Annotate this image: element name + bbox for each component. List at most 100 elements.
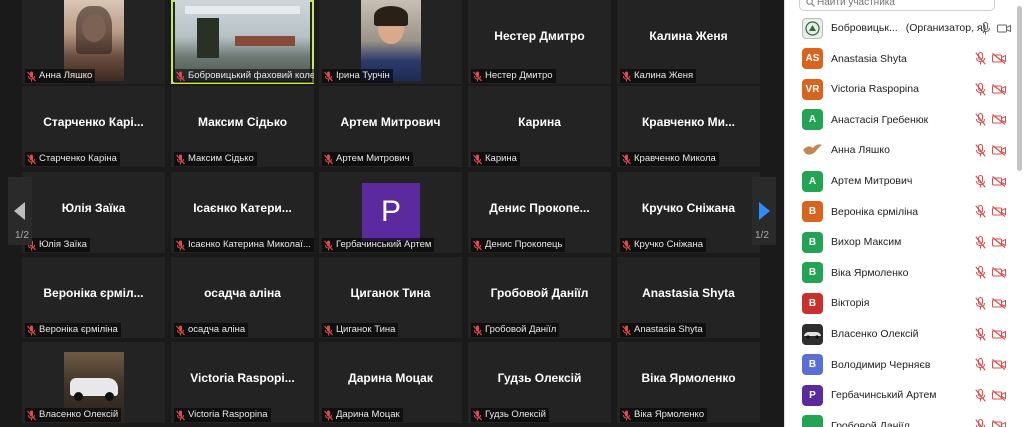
video-off-icon[interactable] xyxy=(992,175,1006,187)
participant-tile[interactable]: Anastasia Shyta Anastasia Shyta xyxy=(617,257,760,338)
participant-name-display: Ісаєнко Катери... xyxy=(193,201,292,215)
participant-tile[interactable]: P Гербачинський Артем xyxy=(319,172,462,253)
muted-mic-icon[interactable] xyxy=(975,143,986,157)
muted-mic-icon[interactable] xyxy=(975,266,986,279)
participant-row[interactable]: VR Victoria Raspopina xyxy=(785,74,1015,104)
participant-row[interactable]: B Вероніка єрміліна xyxy=(785,197,1015,227)
participant-tile[interactable]: Юлія Заїка Юлія Заїка xyxy=(22,172,165,253)
participant-tile[interactable]: Старченко Карі... Старченко Каріна xyxy=(22,86,165,167)
participant-search[interactable] xyxy=(799,0,995,11)
muted-mic-icon[interactable] xyxy=(975,327,986,341)
college-logo-icon xyxy=(805,20,820,36)
video-off-icon[interactable] xyxy=(992,53,1006,65)
search-icon xyxy=(806,0,815,7)
muted-mic-icon[interactable] xyxy=(975,82,986,96)
participant-name: Анна Ляшко xyxy=(831,144,890,156)
video-off-icon[interactable] xyxy=(992,420,1006,427)
participant-controls xyxy=(975,358,1006,371)
name-text: Ісаєнко Катерина Миколаї... xyxy=(188,239,311,250)
participant-row[interactable]: Власенко Олексій xyxy=(785,319,1015,349)
video-off-icon[interactable] xyxy=(992,328,1006,340)
participant-tile[interactable]: Бобровицький фаховий коле... xyxy=(171,0,314,84)
participant-name-label: Власенко Олексій xyxy=(25,408,122,422)
participant-tile[interactable]: Денис Прокопе... Денис Прокопець xyxy=(468,172,611,253)
participant-name-display: Дарина Моцак xyxy=(348,371,433,385)
participant-name-label: Анна Ляшко xyxy=(25,69,96,83)
participant-tile[interactable]: Нестер Дмитро Нестер Дмитро xyxy=(468,0,611,84)
participant-controls xyxy=(975,266,1006,279)
participant-tile[interactable]: Анна Ляшко xyxy=(22,0,165,84)
muted-mic-icon[interactable] xyxy=(975,358,986,371)
muted-mic-icon[interactable] xyxy=(975,113,986,126)
name-text: Anastasia Shyta xyxy=(831,52,907,65)
participant-row[interactable]: P Гербачинський Артем xyxy=(785,380,1015,410)
muted-mic-icon xyxy=(324,410,333,420)
muted-mic-icon[interactable] xyxy=(975,235,986,249)
participant-tile[interactable]: Ірина Турчін xyxy=(319,0,462,84)
participant-name-display: Victoria Raspopi... xyxy=(190,371,295,385)
participant-tile[interactable]: осадча аліна осадча аліна xyxy=(171,257,314,338)
participant-tile[interactable]: Victoria Raspopi... Victoria Raspopina xyxy=(171,342,314,423)
muted-mic-icon xyxy=(176,71,185,81)
video-off-icon[interactable] xyxy=(992,144,1006,156)
participant-tile[interactable]: Ісаєнко Катери... Ісаєнко Катерина Микола… xyxy=(171,172,314,253)
participant-tile[interactable]: Артем Митрович Артем Митрович xyxy=(319,86,462,167)
muted-mic-icon[interactable] xyxy=(975,419,986,427)
participant-row[interactable]: B Віка Ярмоленко xyxy=(785,258,1015,288)
participant-row[interactable]: B Вихор Максим xyxy=(785,227,1015,257)
participant-name: Віка Ярмоленко xyxy=(831,267,908,279)
participant-row[interactable]: Гробовой Даніїл xyxy=(785,411,1015,427)
participant-tile[interactable]: Карина Карина xyxy=(468,86,611,167)
video-icon[interactable] xyxy=(997,23,1011,34)
participant-tile[interactable]: Максим Сідько Максим Сідько xyxy=(171,86,314,167)
muted-mic-icon[interactable] xyxy=(975,296,986,310)
participant-tile[interactable]: Кравченко Ми... Кравченко Микола xyxy=(617,86,760,167)
name-text: Калина Женя xyxy=(634,70,694,81)
participant-name-label: Старченко Каріна xyxy=(25,152,120,166)
muted-mic-icon[interactable] xyxy=(975,388,986,402)
muted-mic-icon[interactable] xyxy=(975,52,986,65)
participant-name-display: Циганок Тина xyxy=(350,286,431,300)
participant-controls xyxy=(975,388,1006,402)
name-text: Anastasia Shyta xyxy=(634,324,703,335)
video-off-icon[interactable] xyxy=(992,297,1006,309)
muted-mic-icon xyxy=(622,410,631,420)
mic-icon[interactable] xyxy=(980,21,991,35)
participant-row[interactable]: Анна Ляшко xyxy=(785,135,1015,165)
participant-row[interactable]: AS Anastasia Shyta xyxy=(785,44,1015,74)
participant-tile[interactable]: Дарина Моцак Дарина Моцак xyxy=(319,342,462,423)
participant-tile[interactable]: Кручко Сніжана Кручко Сніжана xyxy=(617,172,760,253)
participant-row[interactable]: Бобровицьк... (Организатор, я) xyxy=(785,13,1015,43)
name-text: Віка Ярмоленко xyxy=(831,266,909,279)
name-text: Вероніка єрміліна xyxy=(39,324,118,335)
participant-tile[interactable]: Вероніка єрміл... Вероніка єрміліна xyxy=(22,257,165,338)
participant-tile[interactable]: Гробовой Даніїл Гробовой Даніїл xyxy=(468,257,611,338)
participant-tile[interactable]: Калина Женя Калина Женя xyxy=(617,0,760,84)
muted-mic-icon[interactable] xyxy=(975,205,986,218)
participant-row[interactable]: B Вікторія xyxy=(785,288,1015,318)
video-off-icon[interactable] xyxy=(992,83,1006,95)
participant-tile[interactable]: Гудзь Олексій Гудзь Олексій xyxy=(468,342,611,423)
muted-mic-icon[interactable] xyxy=(975,174,986,188)
participant-name-label: Юлія Заїка xyxy=(25,238,90,252)
participant-row[interactable]: B Володимир Черняєв xyxy=(785,350,1015,380)
video-off-icon[interactable] xyxy=(992,236,1006,248)
page-indicator-right: 1/2 xyxy=(755,230,769,241)
search-input[interactable] xyxy=(815,0,979,9)
participant-tile[interactable]: Циганок Тина Циганок Тина xyxy=(319,257,462,338)
video-off-icon[interactable] xyxy=(992,206,1006,218)
name-text: Власенко Олексій xyxy=(831,328,919,340)
participant-name-display: Гробовой Даніїл xyxy=(490,286,589,300)
video-off-icon[interactable] xyxy=(992,389,1006,401)
participant-row[interactable]: A Анастасія Гребенюк xyxy=(785,105,1015,135)
name-text: Кравченко Микола xyxy=(634,153,716,164)
participant-name-label: Дарина Моцак xyxy=(322,408,403,422)
video-off-icon[interactable] xyxy=(992,359,1006,371)
sidebar-scrollbar[interactable] xyxy=(1017,6,1022,171)
participant-row[interactable]: A Артем Митрович xyxy=(785,166,1015,196)
participant-tile[interactable]: Власенко Олексій xyxy=(22,342,165,423)
video-off-icon[interactable] xyxy=(992,267,1006,279)
participant-name-label: Віка Ярмоленко xyxy=(620,408,708,422)
video-off-icon[interactable] xyxy=(992,114,1006,126)
participant-tile[interactable]: Віка Ярмоленко Віка Ярмоленко xyxy=(617,342,760,423)
